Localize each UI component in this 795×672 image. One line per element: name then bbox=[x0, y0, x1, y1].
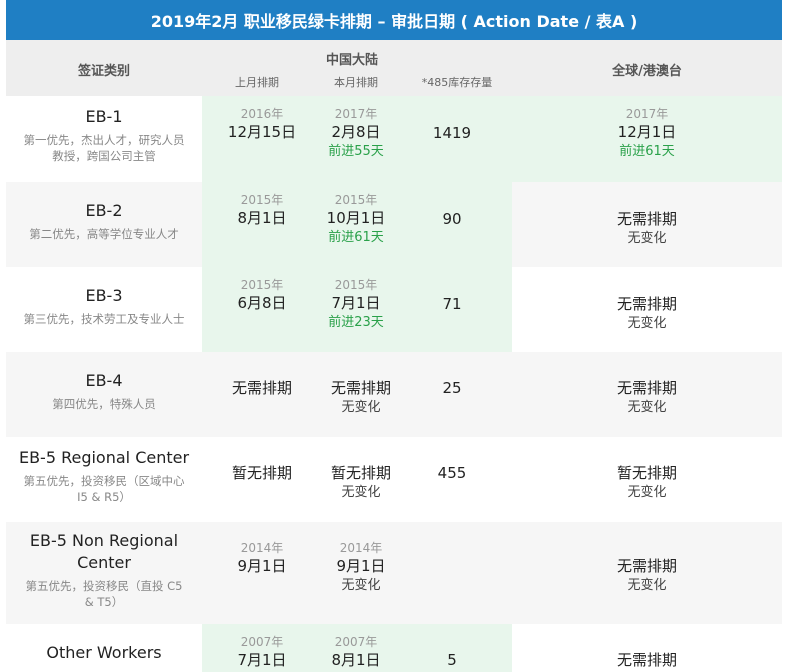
header-last-month: 上月排期 bbox=[235, 76, 279, 89]
table-row: EB-3 第三优先，技术劳工及专业人士 2015年 6月8日 2015年 7月1… bbox=[6, 267, 782, 352]
table-row: EB-4 第四优先，特殊人员 无需排期 无需排期 无变化 25 无需排期 无变化 bbox=[6, 352, 782, 437]
this-month-cell: 2015年 10月1日 前进61天 bbox=[326, 193, 386, 245]
inventory-cell: 90 bbox=[442, 210, 462, 228]
inventory-cell: 25 bbox=[442, 379, 462, 397]
global-cell: 无需排期 无变化 bbox=[616, 557, 677, 593]
table-row: EB-2 第二优先，高等学位专业人才 2015年 8月1日 2015年 10月1… bbox=[6, 182, 782, 267]
last-month-cell: 2015年 6月8日 bbox=[237, 278, 287, 312]
this-month-cell: 2017年 2月8日 前进55天 bbox=[328, 107, 384, 159]
last-month-cell: 2007年 7月1日 bbox=[237, 635, 287, 669]
global-cell: 无需排期 无变化 bbox=[616, 295, 677, 331]
category-desc: 第一优先，杰出人才，研究人员 教授，跨国公司主管 bbox=[23, 133, 185, 163]
inventory-cell: 71 bbox=[442, 295, 462, 313]
category-cell: EB-3 第三优先，技术劳工及专业人士 bbox=[23, 286, 185, 326]
last-month-cell: 2015年 8月1日 bbox=[237, 193, 287, 227]
last-month-cell: 无需排期 bbox=[231, 379, 292, 397]
category-cell: EB-5 Regional Center 第五优先，投资移民（区域中心 I5 & … bbox=[18, 448, 190, 504]
global-cell: 无需排期 无变化 bbox=[616, 379, 677, 415]
inventory-cell: 455 bbox=[437, 464, 467, 482]
header-category: 签证类别 bbox=[77, 64, 130, 79]
this-month-cell: 暂无排期 无变化 bbox=[330, 464, 391, 500]
this-month-cell: 无需排期 无变化 bbox=[330, 379, 391, 415]
global-cell: 2017年 12月1日 前进61天 bbox=[617, 107, 677, 159]
this-month-cell: 2015年 7月1日 前进23天 bbox=[328, 278, 384, 330]
header-inventory: *485库存存量 bbox=[421, 76, 493, 89]
header-global: 全球/港澳台 bbox=[612, 64, 682, 79]
last-month-cell: 2014年 9月1日 bbox=[237, 541, 287, 575]
table-row: EB-5 Regional Center 第五优先，投资移民（区域中心 I5 & … bbox=[6, 437, 782, 522]
header-this-month: 本月排期 bbox=[334, 76, 378, 89]
inventory-cell: 1419 bbox=[432, 124, 472, 142]
last-month-cell: 2016年 12月15日 bbox=[227, 107, 297, 141]
global-cell: 暂无排期 无变化 bbox=[616, 464, 677, 500]
table-row: EB-5 Non Regional Center 第五优先，投资移民（直投 C5 &… bbox=[6, 522, 782, 624]
this-month-cell: 2007年 8月1日 bbox=[331, 635, 381, 669]
last-month-cell: 暂无排期 bbox=[231, 464, 292, 482]
table-header: 签证类别 中国大陆 上月排期 本月排期 *485库存存量 全球/港澳台 bbox=[6, 40, 782, 96]
category-name: EB-1 bbox=[85, 107, 123, 126]
table-row: Other Workers 2007年 7月1日 2007年 8月1日 5 无需… bbox=[6, 624, 782, 672]
global-cell: 无需排期 无变化 bbox=[616, 210, 677, 246]
global-cell: 无需排期 bbox=[616, 651, 677, 669]
category-cell: EB-1 第一优先，杰出人才，研究人员 教授，跨国公司主管 bbox=[6, 106, 202, 164]
visa-bulletin-table: 2019年2月 职业移民绿卡排期 – 审批日期 ( Action Date / … bbox=[0, 0, 795, 672]
table-row: EB-1 第一优先，杰出人才，研究人员 教授，跨国公司主管 2016年 12月15… bbox=[6, 96, 782, 182]
category-cell: EB-2 第二优先，高等学位专业人才 bbox=[29, 201, 179, 241]
this-month-cell: 2014年 9月1日 无变化 bbox=[336, 541, 386, 593]
header-china: 中国大陆 bbox=[325, 53, 378, 68]
table-title: 2019年2月 职业移民绿卡排期 – 审批日期 ( Action Date / … bbox=[6, 0, 782, 40]
category-cell: Other Workers bbox=[46, 643, 162, 662]
category-cell: EB-4 第四优先，特殊人员 bbox=[52, 371, 156, 411]
inventory-cell: 5 bbox=[447, 651, 457, 669]
category-cell: EB-5 Non Regional Center 第五优先，投资移民（直投 C5 &… bbox=[25, 531, 183, 609]
